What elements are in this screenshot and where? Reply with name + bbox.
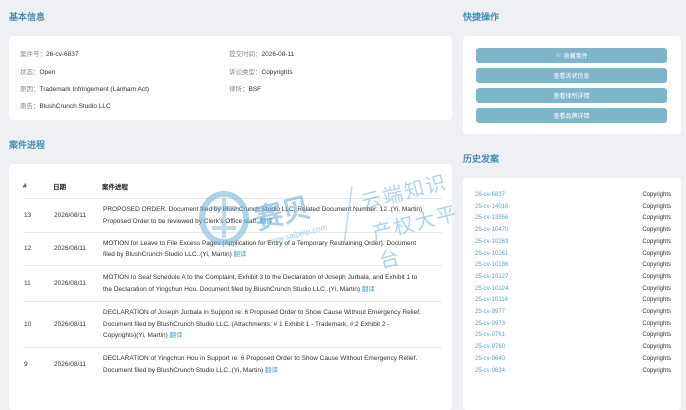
history-case-item[interactable]: 25-cv-9760 Copyrights bbox=[475, 344, 671, 350]
lawsuit-type-field: 诉讼类型：Copyrights bbox=[229, 69, 293, 76]
history-case-type: Copyrights bbox=[642, 285, 671, 292]
col-header-date: 日期 bbox=[53, 184, 66, 191]
history-case-number[interactable]: 25-cv-10470 bbox=[475, 227, 508, 233]
status-value: Open bbox=[39, 69, 56, 76]
case-number: 26-cv-6837 bbox=[46, 51, 79, 58]
law-firm[interactable]: BSF bbox=[249, 86, 262, 93]
history-case-type: Copyrights bbox=[642, 203, 671, 210]
table-header: # 日期 案件进程 bbox=[23, 174, 442, 199]
translate-link[interactable]: 翻译 bbox=[234, 251, 247, 258]
view-brand-button[interactable]: 查看品牌详情 bbox=[476, 108, 667, 123]
star-icon: ☆ bbox=[555, 53, 561, 59]
history-case-number[interactable]: 25-cv-9640 bbox=[475, 356, 505, 362]
submit-time: 2026-08-11 bbox=[261, 51, 295, 58]
translate-link[interactable]: 翻译 bbox=[362, 286, 375, 293]
history-case-number[interactable]: 26-cv-6837 bbox=[475, 192, 505, 198]
history-case-number[interactable]: 25-cv-9761 bbox=[475, 332, 505, 338]
view-complaint-button[interactable]: 查看诉状信息 bbox=[476, 68, 667, 83]
history-case-type: Copyrights bbox=[642, 227, 671, 234]
case-number-field: 案件号：26-cv-6837 bbox=[20, 51, 79, 58]
history-case-number[interactable]: 25-cv-10136 bbox=[475, 262, 508, 268]
translate-link[interactable]: 翻译 bbox=[170, 332, 183, 339]
history-case-type: Copyrights bbox=[642, 367, 671, 374]
submit-time-field: 提交时间：2026-08-11 bbox=[229, 51, 295, 58]
col-header-num: # bbox=[23, 182, 27, 190]
case-progress-card: # 日期 案件进程 13 2026/08/11 PROPOSED ORDER. … bbox=[9, 164, 452, 410]
history-case-number[interactable]: 25-cv-10114 bbox=[475, 297, 508, 303]
history-case-number[interactable]: 25-cv-10263 bbox=[475, 239, 508, 245]
col-header-progress: 案件进程 bbox=[102, 184, 128, 191]
translate-link[interactable]: 翻译 bbox=[260, 218, 273, 225]
history-case-item[interactable]: 25-cv-10114 Copyrights bbox=[475, 297, 671, 303]
case-progress-title: 案件进程 bbox=[9, 140, 46, 150]
cause-value: Trademark Infringement (Lanham Act) bbox=[39, 86, 150, 93]
history-case-item[interactable]: 25-cv-10470 Copyrights bbox=[475, 227, 671, 233]
history-case-number[interactable]: 25-cv-9973 bbox=[475, 321, 505, 327]
history-case-item[interactable]: 25-cv-10261 Copyrights bbox=[475, 251, 671, 257]
history-case-type: Copyrights bbox=[642, 355, 671, 362]
quick-actions-title: 快捷操作 bbox=[463, 12, 500, 22]
history-case-type: Copyrights bbox=[642, 215, 671, 222]
plaintiff-field: 原告：BlushCrunch Studio LLC bbox=[20, 103, 111, 110]
history-case-item[interactable]: 25-cv-13956 Copyrights bbox=[475, 215, 671, 221]
history-case-item[interactable]: 25-cv-10263 Copyrights bbox=[475, 239, 671, 245]
history-case-item[interactable]: 25-cv-10124 Copyrights bbox=[475, 286, 671, 292]
history-case-type: Copyrights bbox=[642, 238, 671, 245]
history-cases-card bbox=[463, 178, 681, 410]
history-case-type: Copyrights bbox=[642, 192, 671, 198]
history-case-type: Copyrights bbox=[642, 297, 671, 304]
history-case-item[interactable]: 26-cv-6837 Copyrights bbox=[475, 192, 671, 198]
history-case-item[interactable]: 25-cv-14016 Copyrights bbox=[475, 204, 671, 210]
history-case-type: Copyrights bbox=[642, 332, 671, 339]
history-case-number[interactable]: 25-cv-14016 bbox=[475, 204, 508, 210]
view-law-firm-button[interactable]: 查看律所详情 bbox=[476, 88, 667, 103]
history-case-type: Copyrights bbox=[642, 250, 671, 257]
history-case-number[interactable]: 25-cv-10261 bbox=[475, 251, 508, 257]
status-field: 状态：Open bbox=[20, 69, 56, 76]
history-case-type: Copyrights bbox=[642, 262, 671, 269]
history-case-number[interactable]: 25-cv-13956 bbox=[475, 215, 508, 221]
table-row: 10 2026/08/11 DECLARATION of Joseph Jurb… bbox=[23, 301, 442, 348]
law-firm-field: 律所：BSF bbox=[229, 86, 262, 93]
cause-field: 原因：Trademark Infringement (Lanham Act) bbox=[20, 86, 150, 93]
translate-link[interactable]: 翻译 bbox=[265, 367, 278, 374]
history-case-number[interactable]: 25-cv-9760 bbox=[475, 344, 505, 350]
table-row: 11 2026/08/11 MOTION to Seal Schedule A … bbox=[23, 265, 442, 302]
history-case-item[interactable]: 25-cv-9973 Copyrights bbox=[475, 321, 671, 327]
table-row: 13 2026/08/11 PROPOSED ORDER. Document f… bbox=[23, 198, 442, 233]
plaintiff-value: BlushCrunch Studio LLC bbox=[39, 103, 111, 110]
history-case-type: Copyrights bbox=[642, 309, 671, 315]
history-case-number[interactable]: 25-cv-10124 bbox=[475, 286, 508, 292]
history-case-item[interactable]: 25-cv-9977 Copyrights bbox=[475, 309, 671, 315]
table-row: 9 2026/08/11 DECLARATION of Yingchun Hou… bbox=[23, 347, 442, 382]
table-row: 12 2026/08/11 MOTION for Leave to File E… bbox=[23, 232, 442, 266]
history-case-number[interactable]: 25-cv-9634 bbox=[475, 368, 505, 374]
history-case-item[interactable]: 25-cv-10127 Copyrights bbox=[475, 274, 671, 280]
basic-info-card: 案件号：26-cv-6837 提交时间：2026-08-11 状态：Open 诉… bbox=[9, 36, 452, 120]
history-case-type: Copyrights bbox=[642, 320, 671, 327]
history-case-type: Copyrights bbox=[642, 344, 671, 351]
history-cases-title: 历史发案 bbox=[463, 154, 500, 164]
history-case-item[interactable]: 25-cv-9634 Copyrights bbox=[475, 368, 671, 374]
history-case-number[interactable]: 25-cv-10127 bbox=[475, 274, 508, 280]
history-case-number[interactable]: 25-cv-9977 bbox=[475, 309, 505, 315]
history-case-item[interactable]: 25-cv-9640 Copyrights bbox=[475, 356, 671, 362]
basic-info-title: 基本信息 bbox=[9, 12, 46, 22]
history-case-item[interactable]: 25-cv-10136 Copyrights bbox=[475, 262, 671, 268]
favorite-case-button[interactable]: ☆ 收藏案件 bbox=[476, 48, 667, 63]
lawsuit-type: Copyrights bbox=[261, 69, 293, 76]
history-case-type: Copyrights bbox=[642, 273, 671, 280]
case-progress-table: # 日期 案件进程 13 2026/08/11 PROPOSED ORDER. … bbox=[23, 174, 442, 382]
history-case-item[interactable]: 25-cv-9761 Copyrights bbox=[475, 332, 671, 338]
